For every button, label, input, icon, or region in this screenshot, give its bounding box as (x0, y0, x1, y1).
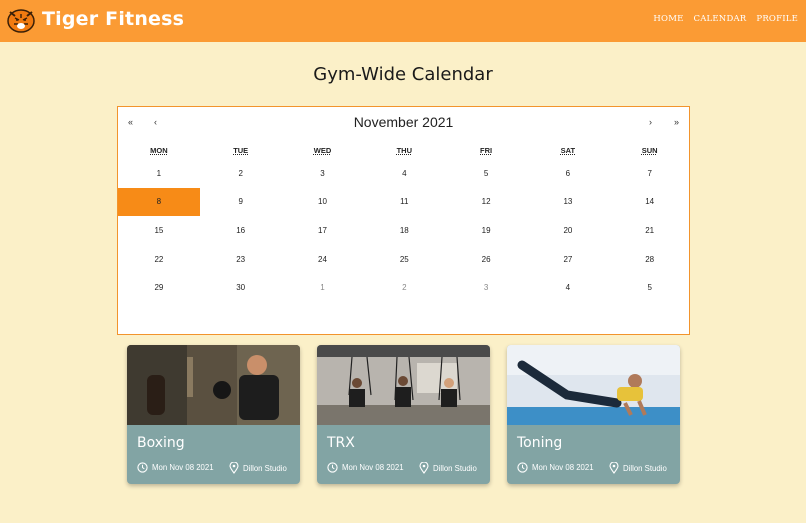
calendar-day-other-month[interactable]: 2 (363, 273, 445, 302)
class-name: TRX (327, 435, 355, 451)
weekday-mon: MON (150, 146, 168, 155)
brand-name[interactable]: Tiger Fitness (42, 8, 184, 30)
next-month-button[interactable]: › (649, 117, 652, 127)
class-location: Dillon Studio (229, 462, 287, 474)
class-location-text: Dillon Studio (433, 463, 477, 473)
weekday-fri: FRI (480, 146, 493, 155)
calendar-day[interactable]: 18 (363, 216, 445, 245)
next-year-button[interactable]: » (674, 117, 679, 127)
location-pin-icon (419, 462, 429, 474)
calendar-day[interactable]: 4 (363, 159, 445, 188)
calendar-day[interactable]: 16 (200, 216, 282, 245)
calendar-day[interactable]: 17 (282, 216, 364, 245)
calendar-day[interactable]: 21 (609, 216, 691, 245)
class-card-trx[interactable]: TRX Mon Nov 08 2021 Dillon Studio (317, 345, 490, 484)
class-date-text: Mon Nov 08 2021 (532, 463, 594, 472)
location-pin-icon (609, 462, 619, 474)
class-card-boxing[interactable]: Boxing Mon Nov 08 2021 Dillon Studio (127, 345, 300, 484)
class-date-text: Mon Nov 08 2021 (342, 463, 404, 472)
boxing-photo (127, 345, 300, 425)
class-name: Toning (517, 435, 563, 451)
calendar-day[interactable]: 5 (609, 273, 691, 302)
toning-photo (507, 345, 680, 425)
calendar: « ‹ November 2021 › » MON TUE WED THU FR… (117, 106, 690, 335)
calendar-day[interactable]: 20 (527, 216, 609, 245)
nav-home[interactable]: HOME (653, 14, 683, 24)
calendar-day[interactable]: 28 (609, 245, 691, 274)
calendar-day-other-month[interactable]: 1 (282, 273, 364, 302)
trx-photo (317, 345, 490, 425)
calendar-day[interactable]: 27 (527, 245, 609, 274)
class-date: Mon Nov 08 2021 (137, 462, 214, 473)
clock-icon (137, 462, 148, 473)
calendar-day[interactable]: 26 (445, 245, 527, 274)
clock-icon (517, 462, 528, 473)
weekday-thu: THU (396, 146, 412, 155)
calendar-day[interactable]: 6 (527, 159, 609, 188)
month-label[interactable]: November 2021 (118, 114, 689, 130)
class-date: Mon Nov 08 2021 (327, 462, 404, 473)
nav-calendar[interactable]: CALENDAR (694, 14, 747, 24)
calendar-day[interactable]: 11 (363, 188, 445, 217)
weekday-wed: WED (313, 146, 332, 155)
calendar-day[interactable]: 29 (118, 273, 200, 302)
calendar-day[interactable]: 14 (609, 188, 691, 217)
nav-profile[interactable]: PROFILE (756, 14, 798, 24)
location-pin-icon (229, 462, 239, 474)
top-header: Tiger Fitness HOME CALENDAR PROFILE (0, 0, 806, 42)
calendar-day[interactable]: 22 (118, 245, 200, 274)
calendar-day[interactable]: 25 (363, 245, 445, 274)
calendar-day[interactable]: 23 (200, 245, 282, 274)
clock-icon (327, 462, 338, 473)
calendar-day[interactable]: 5 (445, 159, 527, 188)
main-nav: HOME CALENDAR PROFILE (653, 14, 798, 24)
calendar-day[interactable]: 7 (609, 159, 691, 188)
calendar-day[interactable]: 3 (282, 159, 364, 188)
class-location-text: Dillon Studio (623, 463, 667, 473)
weekday-sun: SUN (641, 146, 658, 155)
class-date-text: Mon Nov 08 2021 (152, 463, 214, 472)
calendar-day[interactable]: 4 (527, 273, 609, 302)
weekday-tue: TUE (233, 146, 249, 155)
calendar-day[interactable]: 1 (118, 159, 200, 188)
calendar-day[interactable]: 15 (118, 216, 200, 245)
calendar-day[interactable]: 10 (282, 188, 364, 217)
calendar-day[interactable]: 12 (445, 188, 527, 217)
class-location-text: Dillon Studio (243, 463, 287, 473)
calendar-day[interactable]: 13 (527, 188, 609, 217)
calendar-day[interactable]: 24 (282, 245, 364, 274)
calendar-day[interactable]: 9 (200, 188, 282, 217)
calendar-day[interactable]: 2 (200, 159, 282, 188)
calendar-day[interactable]: 19 (445, 216, 527, 245)
page-title: Gym-Wide Calendar (313, 64, 493, 85)
tiger-logo-icon[interactable] (6, 6, 36, 34)
class-location: Dillon Studio (609, 462, 667, 474)
weekday-sat: SAT (560, 146, 576, 155)
calendar-day[interactable]: 30 (200, 273, 282, 302)
calendar-day-other-month[interactable]: 3 (445, 273, 527, 302)
class-location: Dillon Studio (419, 462, 477, 474)
class-date: Mon Nov 08 2021 (517, 462, 594, 473)
class-name: Boxing (137, 435, 185, 451)
class-card-toning[interactable]: Toning Mon Nov 08 2021 Dillon Studio (507, 345, 680, 484)
calendar-day[interactable]: 8 (118, 187, 200, 217)
